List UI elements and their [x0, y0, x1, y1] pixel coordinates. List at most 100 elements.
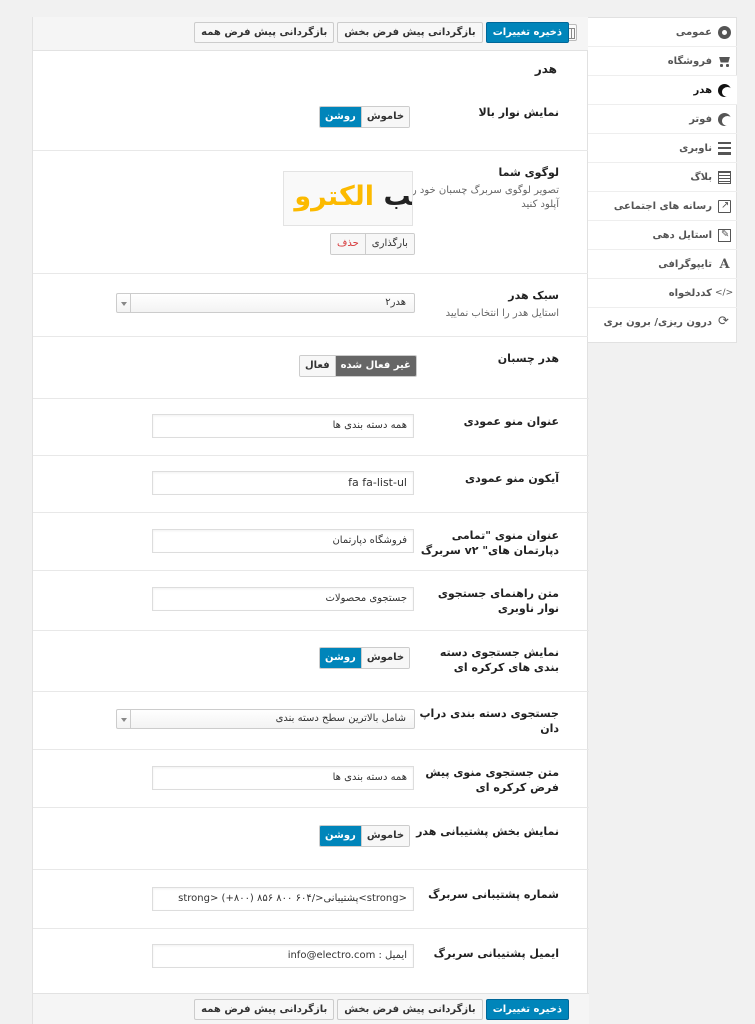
logo-text-yellow: الکترو	[294, 181, 375, 212]
sidebar-item-label: فروشگاه	[667, 55, 712, 67]
row-support-email: ایمیل پشتیبانی سربرگ ایمیل : info@electr…	[33, 929, 589, 993]
toggle-disabled-option[interactable]: غیر فعال شده	[334, 356, 416, 376]
row-default-search-text: متن جستجوی منوی پیش فرض کرکره ای همه دست…	[33, 750, 589, 808]
section-title: هدر	[534, 62, 557, 76]
select-value: هدر۲	[385, 297, 406, 308]
upload-button[interactable]: بارگذاری	[364, 234, 414, 254]
toggle-on-option[interactable]: روشن	[320, 107, 361, 127]
top-toolbar: ذخیره تغییرات بازگردانی پیش فرض بخش بازگ…	[33, 17, 589, 51]
sidebar-item-label: عمومی	[675, 26, 712, 38]
edit-icon	[718, 228, 731, 242]
cart-icon	[718, 55, 731, 68]
reset-all-button[interactable]: بازگردانی پیش فرض همه	[194, 22, 335, 43]
sidebar-item-styling[interactable]: استایل دهی	[588, 221, 737, 250]
field-description: تصویر لوگوی سربرگ چسبان خود را آپلود کنی…	[409, 185, 559, 210]
field-label: عنوان منو عمودی	[463, 415, 559, 428]
sidebar-item-label: تایپوگرافی	[658, 258, 712, 270]
sidebar-item-custom-code[interactable]: کددلخواه	[588, 279, 737, 308]
field-label: نمایش جستجوی دسته بندی های کرکره ای	[439, 646, 559, 674]
circle-icon	[718, 25, 731, 39]
sidebar-item-label: فوتر	[689, 113, 712, 125]
field-label: آیکون منو عمودی	[465, 472, 559, 485]
sidebar-item-navigation[interactable]: ناوبری	[588, 134, 737, 163]
sidebar-item-header[interactable]: هدر	[588, 76, 737, 105]
row-category-dropdown: جستجوی دسته بندی دراپ دان شامل بالاترین …	[33, 692, 589, 750]
share-icon	[718, 199, 731, 213]
sticky-header-toggle[interactable]: غیر فعال شده فعال	[299, 355, 417, 377]
menu-icon	[718, 141, 731, 155]
sidebar-item-label: کددلخواه	[668, 287, 712, 299]
sidebar-item-typography[interactable]: A تایپوگرافی	[588, 250, 737, 279]
field-label: شماره پشتیبانی سربرگ	[428, 888, 559, 901]
save-changes-button[interactable]: ذخیره تغییرات	[485, 999, 569, 1020]
chevron-down-icon	[117, 294, 131, 312]
arrow-up-circle-icon	[718, 112, 733, 126]
toggle-enabled-option[interactable]: فعال	[300, 356, 335, 376]
sidebar-item-footer[interactable]: فوتر	[588, 105, 737, 134]
field-label: عنوان منوی "تمامی دپارتمان های" v۲ سربرگ	[420, 529, 559, 557]
toggle-on-option[interactable]: روشن	[320, 826, 361, 846]
header-style-select[interactable]: هدر۲	[116, 293, 415, 313]
remove-button[interactable]: حذف	[331, 234, 365, 254]
field-label: نمایش نوار بالا	[478, 106, 559, 119]
row-topbar: نمایش نوار بالا خاموش روشن	[33, 97, 589, 151]
grid-icon	[718, 170, 731, 184]
row-category-search: نمایش جستجوی دسته بندی های کرکره ای خامو…	[33, 631, 589, 692]
row-dept-title: عنوان منوی "تمامی دپارتمان های" v۲ سربرگ…	[33, 513, 589, 571]
vmenu-icon-input[interactable]: fa fa-list-ul	[152, 471, 414, 495]
support-email-input[interactable]: ایمیل : info@electro.com	[152, 944, 414, 968]
typography-icon: A	[719, 256, 730, 272]
sidebar-item-label: رسانه های اجتماعی	[613, 200, 712, 212]
reset-section-button[interactable]: بازگردانی پیش فرض بخش	[337, 22, 483, 43]
toggle-off-option[interactable]: خاموش	[360, 107, 410, 127]
field-label: متن راهنمای جستجوی نوار ناوبری	[437, 587, 559, 615]
select-value: شامل بالاترین سطح دسته بندی	[275, 713, 406, 724]
sidebar-item-social-media[interactable]: رسانه های اجتماعی	[588, 192, 737, 221]
options-panel: ذخیره تغییرات بازگردانی پیش فرض بخش بازگ…	[32, 17, 589, 1024]
row-search-placeholder: متن راهنمای جستجوی نوار ناوبری جستجوی مح…	[33, 571, 589, 631]
support-block-toggle[interactable]: خاموش روشن	[319, 825, 411, 847]
sync-icon	[718, 315, 731, 329]
sidebar-item-blog[interactable]: بلاگ	[588, 163, 737, 192]
sidebar-item-label: بلاگ	[690, 171, 712, 183]
sidebar-item-shop[interactable]: فروشگاه	[588, 47, 737, 76]
toggle-on-option[interactable]: روشن	[320, 648, 361, 668]
field-label: لوگوی شما	[498, 166, 559, 179]
topbar-toggle[interactable]: خاموش روشن	[319, 106, 411, 128]
logo-actions: بارگذاری حذف	[330, 233, 415, 255]
vmenu-title-input[interactable]: همه دسته بندی ها	[152, 414, 414, 438]
row-support-block: نمایش بخش پشتیبانی هدر خاموش روشن	[33, 808, 589, 870]
logo-preview: قالب الکترو	[283, 171, 413, 226]
reset-section-button[interactable]: بازگردانی پیش فرض بخش	[337, 999, 483, 1020]
search-placeholder-input[interactable]: جستجوی محصولات	[152, 587, 414, 611]
reset-all-button[interactable]: بازگردانی پیش فرض همه	[194, 999, 335, 1020]
save-changes-button[interactable]: ذخیره تغییرات	[485, 22, 569, 43]
arrow-up-circle-icon	[718, 83, 733, 97]
row-vmenu-title: عنوان منو عمودی همه دسته بندی ها	[33, 399, 589, 456]
row-header-style: سبک هدر استایل هدر را انتخاب نمایید هدر۲	[33, 274, 589, 337]
chevron-down-icon	[117, 710, 131, 728]
toggle-off-option[interactable]: خاموش	[360, 826, 410, 846]
dept-title-input[interactable]: فروشگاه دپارتمان	[152, 529, 414, 553]
code-icon	[715, 287, 733, 300]
field-label: جستجوی دسته بندی دراپ دان	[419, 707, 560, 735]
sidebar-item-import-export[interactable]: درون ریزی/ برون بری	[588, 308, 737, 337]
field-label: ایمیل پشتیبانی سربرگ	[433, 947, 559, 960]
sidebar-item-label: هدر	[693, 84, 712, 96]
field-label: هدر چسبان	[497, 352, 559, 365]
options-sidebar: عمومی فروشگاه هدر فوتر ناوبری بلاگ رسانه…	[588, 17, 737, 343]
sidebar-item-general[interactable]: عمومی	[588, 18, 737, 47]
field-description: استایل هدر را انتخاب نمایید	[445, 308, 559, 319]
toggle-off-option[interactable]: خاموش	[360, 648, 410, 668]
field-label: سبک هدر	[508, 289, 559, 302]
row-logo: لوگوی شما تصویر لوگوی سربرگ چسبان خود را…	[33, 151, 589, 274]
row-support-phone: شماره پشتیبانی سربرگ <strong>پشتیبانی</s…	[33, 870, 589, 929]
field-label: نمایش بخش پشتیبانی هدر	[416, 825, 559, 838]
sidebar-item-label: درون ریزی/ برون بری	[603, 317, 712, 328]
row-sticky-header: هدر چسبان غیر فعال شده فعال	[33, 337, 589, 399]
support-phone-input[interactable]: <strong>پشتیبانی</strong> (+۸۰۰) ۸۵۶ ۸۰۰…	[152, 887, 414, 911]
category-search-toggle[interactable]: خاموش روشن	[319, 647, 411, 669]
category-dropdown-select[interactable]: شامل بالاترین سطح دسته بندی	[116, 709, 415, 729]
row-vmenu-icon: آیکون منو عمودی fa fa-list-ul	[33, 456, 589, 513]
default-search-text-input[interactable]: همه دسته بندی ها	[152, 766, 414, 790]
